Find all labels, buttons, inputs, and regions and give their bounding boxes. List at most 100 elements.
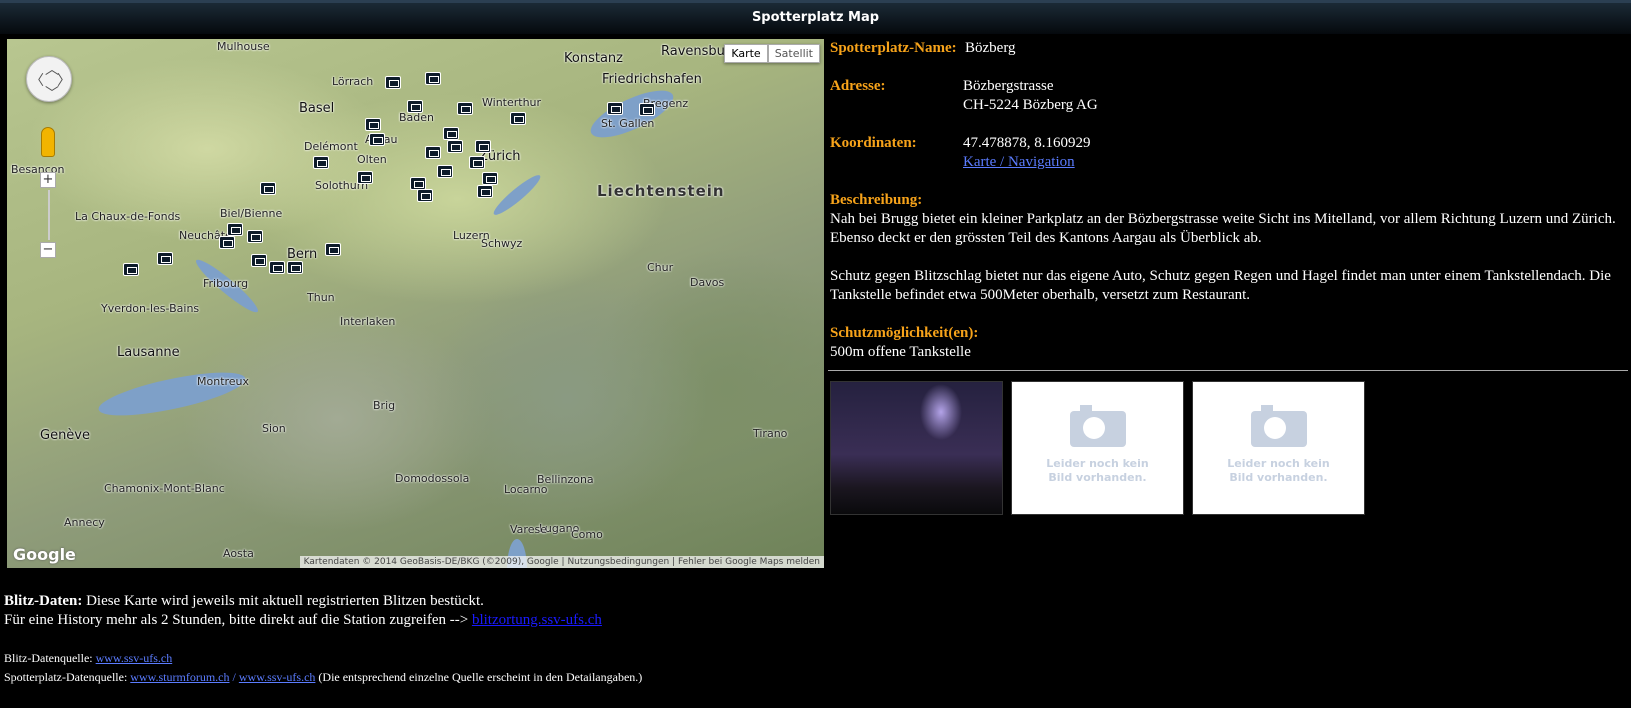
city-label: Como bbox=[571, 528, 603, 541]
sturmforum-link[interactable]: www.sturmforum.ch bbox=[130, 670, 229, 684]
camera-icon bbox=[1250, 405, 1307, 447]
source2-note: (Die entsprechend einzelne Quelle ersche… bbox=[315, 670, 643, 684]
spot-marker[interactable] bbox=[157, 252, 173, 265]
window-title: Spotterplatz Map bbox=[0, 0, 1631, 34]
pan-control[interactable]: ︿ ﹀ 〈 〉 bbox=[26, 56, 72, 102]
spot-marker[interactable] bbox=[369, 133, 385, 146]
coords-label: Koordinaten: bbox=[830, 135, 917, 151]
coordinates: 47.478878, 8.160929 bbox=[963, 135, 1091, 151]
spot-marker[interactable] bbox=[443, 127, 459, 140]
spot-marker[interactable] bbox=[425, 72, 441, 85]
city-label: Lausanne bbox=[117, 345, 180, 360]
address-line2: CH-5224 Bözberg AG bbox=[963, 97, 1098, 113]
spot-marker[interactable] bbox=[607, 102, 623, 115]
pan-right-icon[interactable]: 〉 bbox=[57, 70, 71, 90]
description-paragraph: Schutz gegen Blitzschlag bietet nur das … bbox=[830, 268, 1611, 303]
city-label: Basel bbox=[299, 101, 335, 116]
city-label: Varese bbox=[510, 523, 547, 536]
city-label: Thun bbox=[307, 291, 335, 304]
spot-marker[interactable] bbox=[437, 165, 453, 178]
protection-value: 500m offene Tankstelle bbox=[830, 344, 971, 360]
spot-marker[interactable] bbox=[510, 112, 526, 125]
protection-label: Schutzmöglichkeit(en): bbox=[830, 325, 979, 341]
spot-marker[interactable] bbox=[123, 263, 139, 276]
city-label: Mulhouse bbox=[217, 40, 270, 53]
divider bbox=[828, 370, 1628, 371]
report-error-link[interactable]: Fehler bei Google Maps melden bbox=[678, 557, 820, 567]
lightning-photo[interactable] bbox=[830, 381, 1003, 515]
spot-name: Bözberg bbox=[965, 40, 1016, 56]
photo-placeholder[interactable]: Leider noch kein Bild vorhanden. bbox=[1011, 381, 1184, 515]
map-attribution: Kartendaten © 2014 GeoBasis-DE/BKG (©200… bbox=[299, 556, 824, 568]
spot-marker[interactable] bbox=[287, 261, 303, 274]
map[interactable]: Mulhouse Basel Lörrach Konstanz Ravensbu… bbox=[7, 39, 824, 568]
ssv-ufs-link[interactable]: www.ssv-ufs.ch bbox=[96, 651, 173, 665]
zoom-out-button[interactable]: − bbox=[40, 242, 56, 258]
city-label: St. Gallen bbox=[601, 117, 655, 130]
city-label: Locarno bbox=[504, 483, 548, 496]
lake-geneva bbox=[95, 363, 249, 425]
lake-zurich bbox=[490, 171, 544, 219]
zoom-control[interactable]: + − bbox=[40, 172, 58, 258]
spot-marker[interactable] bbox=[477, 185, 493, 198]
blitz-text: Diese Karte wird jeweils mit aktuell reg… bbox=[82, 593, 484, 609]
city-label: Brig bbox=[373, 399, 396, 412]
spot-marker[interactable] bbox=[219, 236, 235, 249]
source1-label: Blitz-Datenquelle: bbox=[4, 651, 96, 665]
map-type-satellit[interactable]: Satellit bbox=[767, 44, 820, 63]
spot-details: Spotterplatz-Name: Bözberg Adresse: Bözbe… bbox=[828, 39, 1628, 515]
city-label: Montreux bbox=[197, 375, 250, 388]
spot-marker[interactable] bbox=[365, 118, 381, 131]
city-label: La Chaux-de-Fonds bbox=[75, 210, 181, 223]
city-label: Biel/Bienne bbox=[220, 207, 283, 220]
city-label: Schwyz bbox=[481, 237, 523, 250]
city-label: Bern bbox=[287, 247, 318, 262]
map-type-control[interactable]: Karte Satellit bbox=[724, 44, 820, 63]
source2-label: Spotterplatz-Datenquelle: bbox=[4, 670, 131, 684]
spot-marker[interactable] bbox=[417, 189, 433, 202]
spot-marker[interactable] bbox=[247, 230, 263, 243]
spot-marker[interactable] bbox=[447, 140, 463, 153]
spot-marker[interactable] bbox=[475, 140, 491, 153]
city-label: Friedrichshafen bbox=[602, 72, 702, 87]
spot-marker[interactable] bbox=[639, 103, 655, 116]
city-label: Sion bbox=[262, 422, 286, 435]
address-line1: Bözbergstrasse bbox=[963, 78, 1054, 94]
google-logo: Google bbox=[13, 545, 76, 564]
map-type-karte[interactable]: Karte bbox=[724, 44, 768, 63]
city-label: Winterthur bbox=[482, 96, 542, 109]
spot-marker[interactable] bbox=[251, 254, 267, 267]
zoom-in-button[interactable]: + bbox=[40, 172, 56, 188]
ssv-ufs-link[interactable]: www.ssv-ufs.ch bbox=[239, 670, 316, 684]
description-paragraph: Nah bei Brugg bietet ein kleiner Parkpla… bbox=[830, 211, 1616, 246]
zoom-slider[interactable] bbox=[48, 190, 50, 240]
spot-marker[interactable] bbox=[357, 171, 373, 184]
spot-marker[interactable] bbox=[269, 261, 285, 274]
spot-marker[interactable] bbox=[407, 100, 423, 113]
city-label: Fribourg bbox=[203, 277, 249, 290]
photo-placeholder[interactable]: Leider noch kein Bild vorhanden. bbox=[1192, 381, 1365, 515]
lake-constance bbox=[584, 81, 680, 147]
city-label: Davos bbox=[690, 276, 725, 289]
no-image-text: Bild vorhanden. bbox=[1048, 471, 1147, 484]
spot-marker[interactable] bbox=[425, 146, 441, 159]
spot-marker[interactable] bbox=[260, 182, 276, 195]
city-label: Olten bbox=[357, 153, 387, 166]
blitzortung-link[interactable]: blitzortung.ssv-ufs.ch bbox=[472, 612, 602, 628]
city-label: Lörrach bbox=[332, 75, 374, 88]
spot-marker[interactable] bbox=[227, 223, 243, 236]
spot-marker[interactable] bbox=[313, 156, 329, 169]
no-image-text: Leider noch kein bbox=[1046, 457, 1149, 470]
city-label: Delémont bbox=[304, 140, 358, 153]
camera-icon bbox=[1069, 405, 1126, 447]
spot-marker[interactable] bbox=[469, 156, 485, 169]
terms-link[interactable]: Nutzungsbedingungen bbox=[567, 557, 669, 567]
navigation-link[interactable]: Karte / Navigation bbox=[963, 154, 1075, 170]
street-view-pegman-icon[interactable] bbox=[41, 127, 55, 157]
spot-marker[interactable] bbox=[482, 172, 498, 185]
spot-marker[interactable] bbox=[385, 76, 401, 89]
spot-marker[interactable] bbox=[325, 243, 341, 256]
address-label: Adresse: bbox=[830, 78, 886, 94]
spot-marker[interactable] bbox=[457, 102, 473, 115]
pan-left-icon[interactable]: 〈 bbox=[30, 70, 44, 90]
